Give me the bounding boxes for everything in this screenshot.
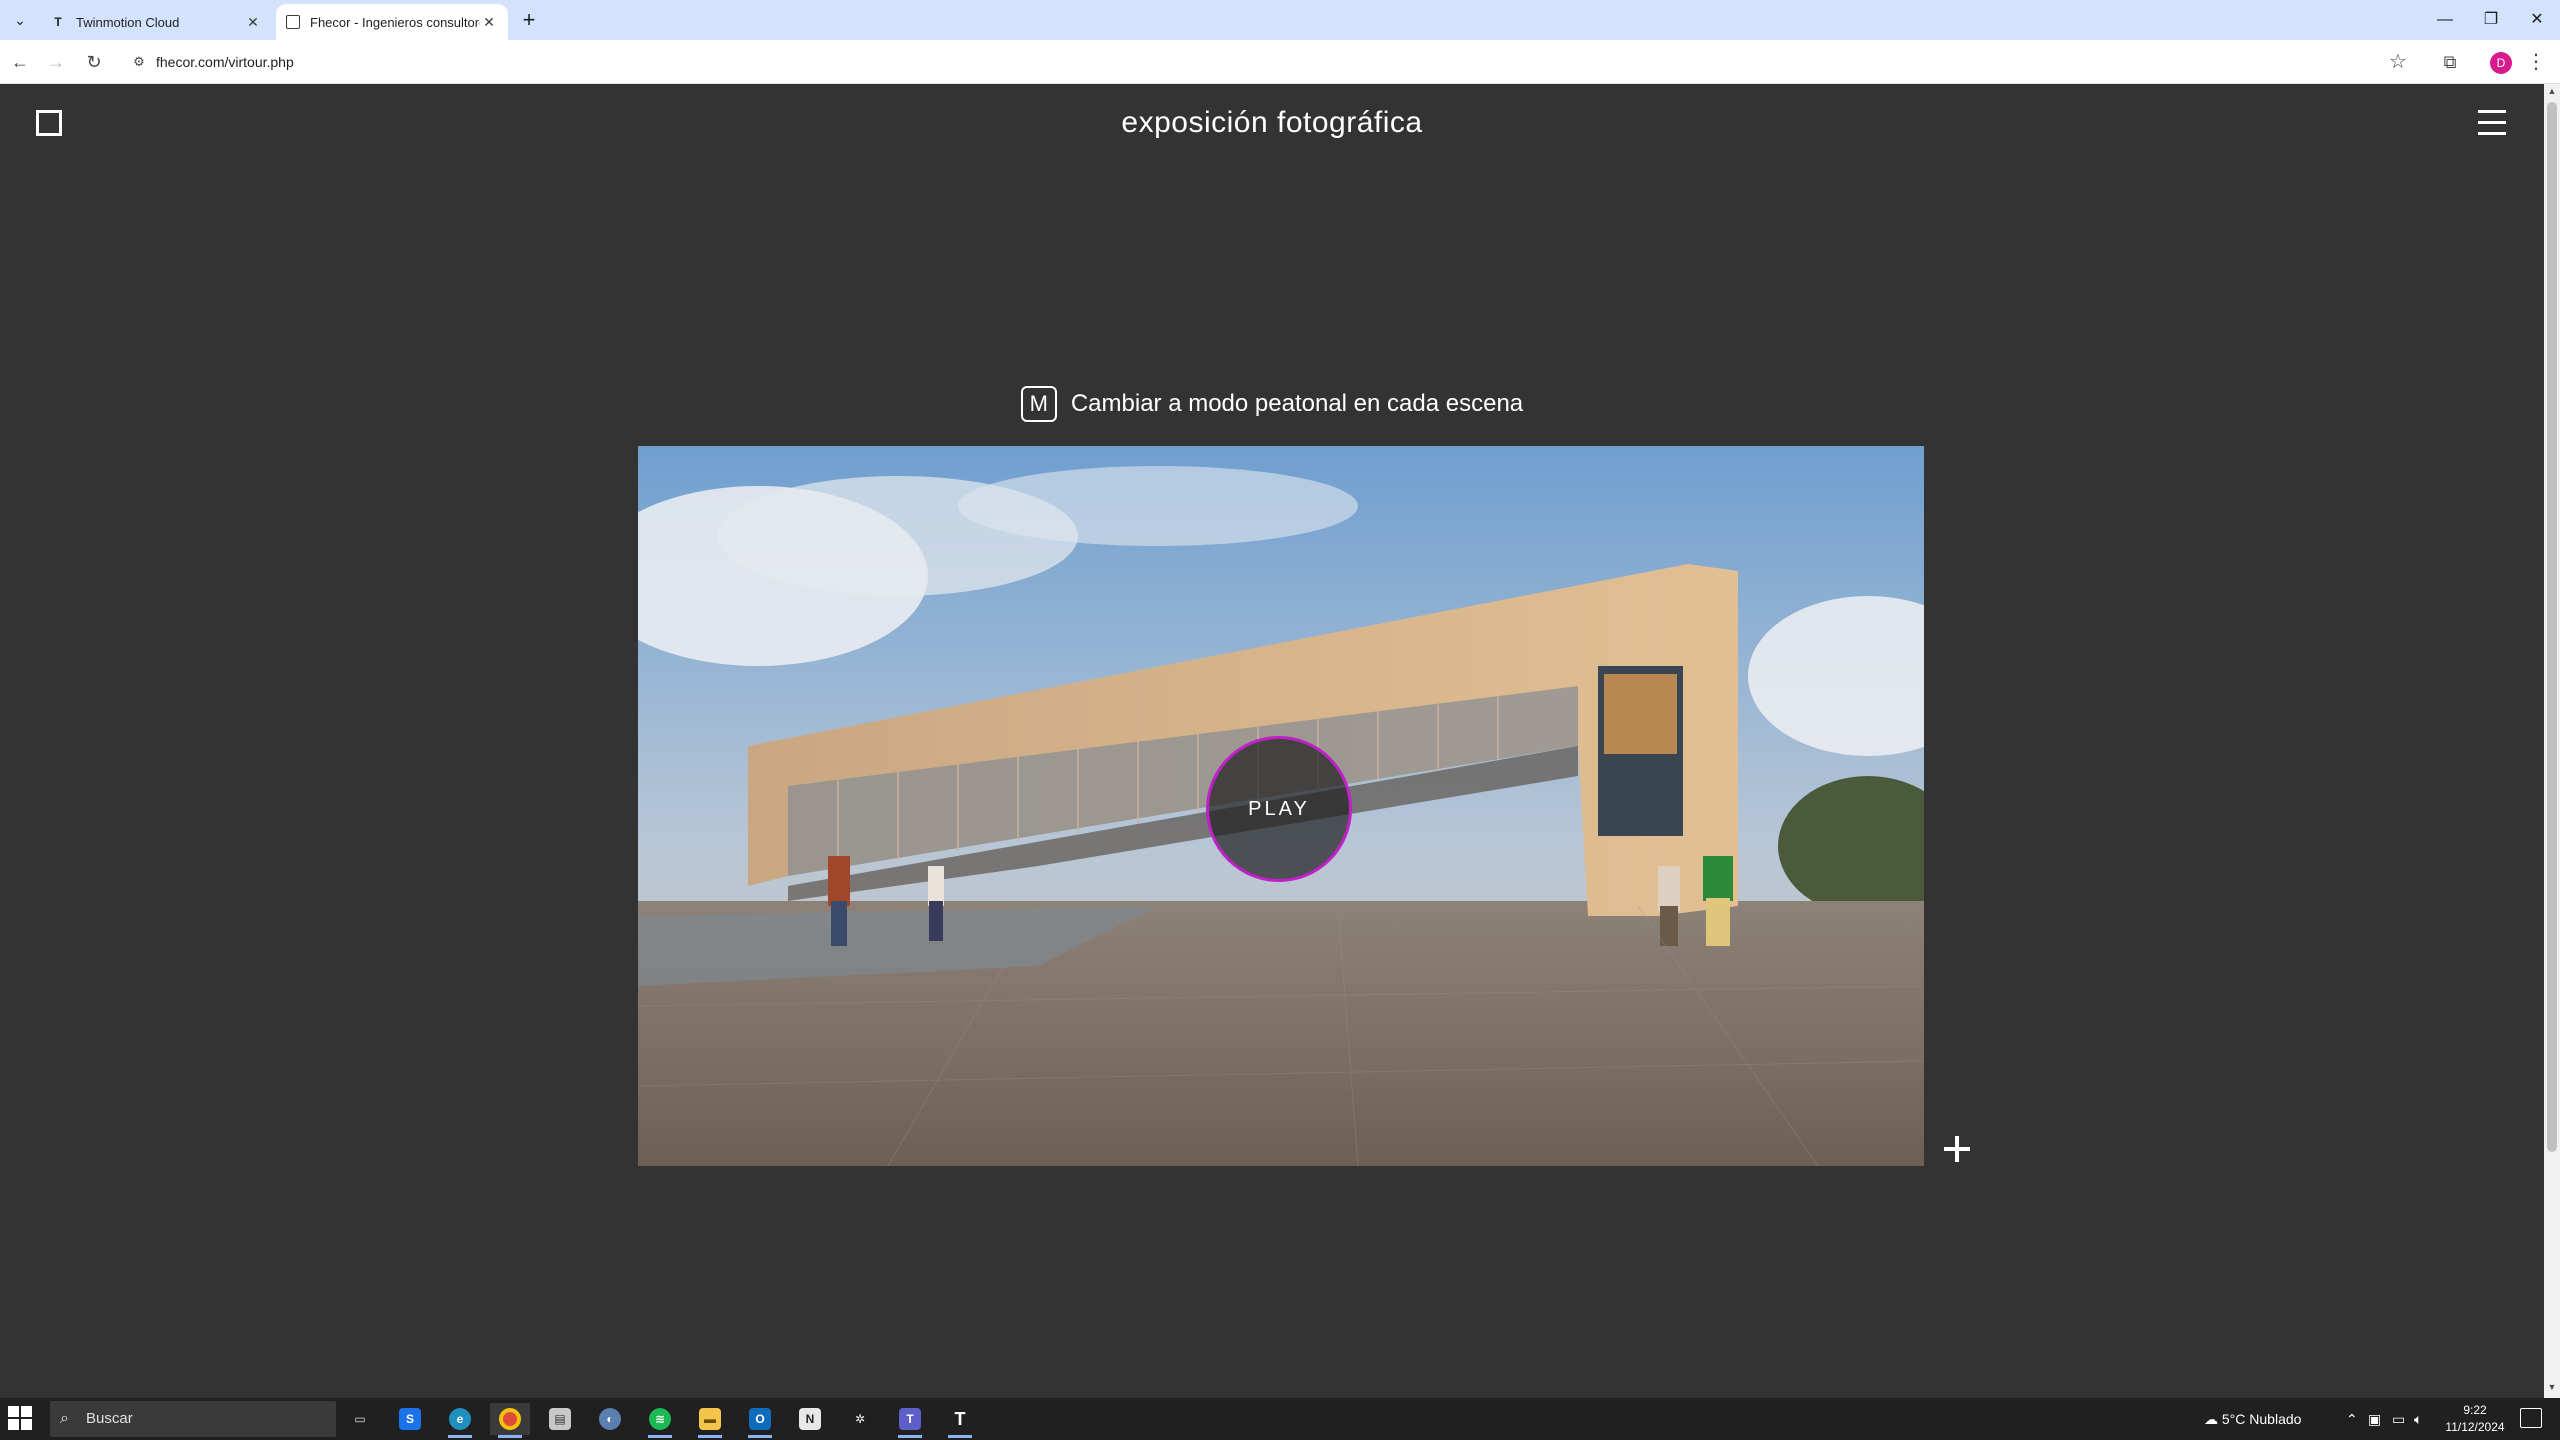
chrome-browser-icon[interactable] — [490, 1403, 530, 1438]
tab-title: Fhecor - Ingenieros consultores — [310, 14, 480, 30]
taskbar-search-box[interactable]: ⌕ Buscar — [50, 1401, 336, 1437]
weather-text: 5°C Nublado — [2221, 1411, 2302, 1427]
network-icon[interactable]: ▭ — [2392, 1398, 2405, 1440]
tab-search-chevron-icon[interactable]: ⌄ — [8, 8, 32, 32]
teams-icon[interactable]: T — [890, 1403, 930, 1438]
extensions-puzzle-icon[interactable]: ⧉ — [2436, 48, 2464, 76]
tray-app-icon[interactable]: ▣ — [2368, 1398, 2381, 1440]
cloud-icon: ☁ — [2204, 1411, 2218, 1427]
minimize-icon[interactable]: — — [2430, 6, 2460, 34]
windows-start-icon[interactable] — [8, 1406, 34, 1432]
search-icon: ⌕ — [60, 1410, 69, 1427]
file-app-icon[interactable]: ▤ — [540, 1403, 580, 1435]
address-bar[interactable]: ⚙ fhecor.com/virtour.php — [122, 46, 2382, 78]
remote-app-icon[interactable]: ◐ — [590, 1403, 630, 1435]
scroll-down-arrow-icon[interactable]: ▼ — [2544, 1382, 2560, 1396]
scroll-thumb[interactable] — [2547, 102, 2557, 1152]
mode-hint-text: Cambiar a modo peatonal en cada escena — [1070, 390, 1524, 417]
tab-strip: ⌄ T Twinmotion Cloud ✕ Fhecor - Ingenier… — [0, 0, 2560, 40]
site-settings-icon[interactable]: ⚙ — [130, 53, 148, 71]
edge-browser-icon[interactable]: e — [440, 1403, 480, 1438]
close-window-icon[interactable]: ✕ — [2522, 6, 2552, 34]
taskbar-clock[interactable]: 9:22 11/12/2024 — [2430, 1402, 2520, 1436]
virtual-tour-viewer[interactable]: PLAY — [638, 446, 1924, 1166]
chatgpt-icon[interactable]: ✲ — [840, 1403, 880, 1435]
close-tab-icon[interactable]: ✕ — [244, 13, 262, 31]
task-view-icon[interactable]: ▭ — [340, 1403, 380, 1435]
browser-menu-icon[interactable]: ⋮ — [2526, 48, 2546, 76]
expand-plus-icon[interactable] — [1942, 1134, 1972, 1164]
new-tab-plus-icon[interactable]: + — [516, 8, 542, 34]
scroll-up-arrow-icon[interactable]: ▲ — [2544, 86, 2560, 100]
tab-twinmotion-cloud[interactable]: T Twinmotion Cloud ✕ — [40, 4, 272, 40]
page-square-icon — [286, 15, 300, 29]
search-placeholder: Buscar — [86, 1410, 133, 1427]
tray-chevron-icon[interactable]: ⌃ — [2346, 1398, 2358, 1440]
outlook-icon[interactable]: O — [740, 1403, 780, 1438]
browser-toolbar: ← → ↻ ⚙ fhecor.com/virtour.php ☆ ⧉ — [0, 40, 2560, 84]
store-app-icon[interactable]: S — [390, 1403, 430, 1435]
volume-icon[interactable]: 🔈︎ — [2414, 1398, 2422, 1440]
twinmotion-icon: T — [54, 15, 62, 29]
notepad-app-icon[interactable]: N — [790, 1403, 830, 1435]
windows-taskbar: ⌕ Buscar ▭ S e ▤ ◐ ≋ ▬ O N ✲ T T ☁ 5°C N… — [0, 1398, 2560, 1440]
clock-time: 9:22 — [2463, 1403, 2487, 1417]
profile-avatar[interactable]: D — [2490, 52, 2512, 74]
spotify-icon[interactable]: ≋ — [640, 1403, 680, 1438]
back-arrow-icon[interactable]: ← — [6, 48, 34, 76]
notifications-icon[interactable] — [2520, 1408, 2542, 1428]
page-content: exposición fotográfica M Cambiar a modo … — [0, 84, 2544, 1398]
bookmark-star-icon[interactable]: ☆ — [2384, 48, 2412, 76]
play-button[interactable]: PLAY — [1206, 736, 1352, 882]
tab-title: Twinmotion Cloud — [76, 14, 180, 30]
restore-icon[interactable]: ❐ — [2476, 6, 2506, 34]
page-title: exposición fotográfica — [1121, 106, 1423, 139]
clock-date: 11/12/2024 — [2445, 1420, 2505, 1434]
mode-hint: M Cambiar a modo peatonal en cada escena — [0, 386, 2544, 422]
tab-fhecor[interactable]: Fhecor - Ingenieros consultores ✕ — [276, 4, 508, 40]
forward-arrow-icon[interactable]: → — [42, 48, 70, 76]
keyboard-key-m: M — [1020, 386, 1057, 422]
twinmotion-app-icon[interactable]: T — [940, 1403, 980, 1438]
page-scrollbar[interactable]: ▲ ▼ — [2544, 84, 2560, 1398]
hamburger-menu-icon[interactable] — [2478, 110, 2506, 136]
reload-icon[interactable]: ↻ — [80, 48, 108, 76]
url-text[interactable]: fhecor.com/virtour.php — [156, 46, 294, 78]
close-tab-icon[interactable]: ✕ — [480, 13, 498, 31]
file-explorer-icon[interactable]: ▬ — [690, 1403, 730, 1438]
weather-widget[interactable]: ☁ 5°C Nublado — [2204, 1398, 2301, 1440]
